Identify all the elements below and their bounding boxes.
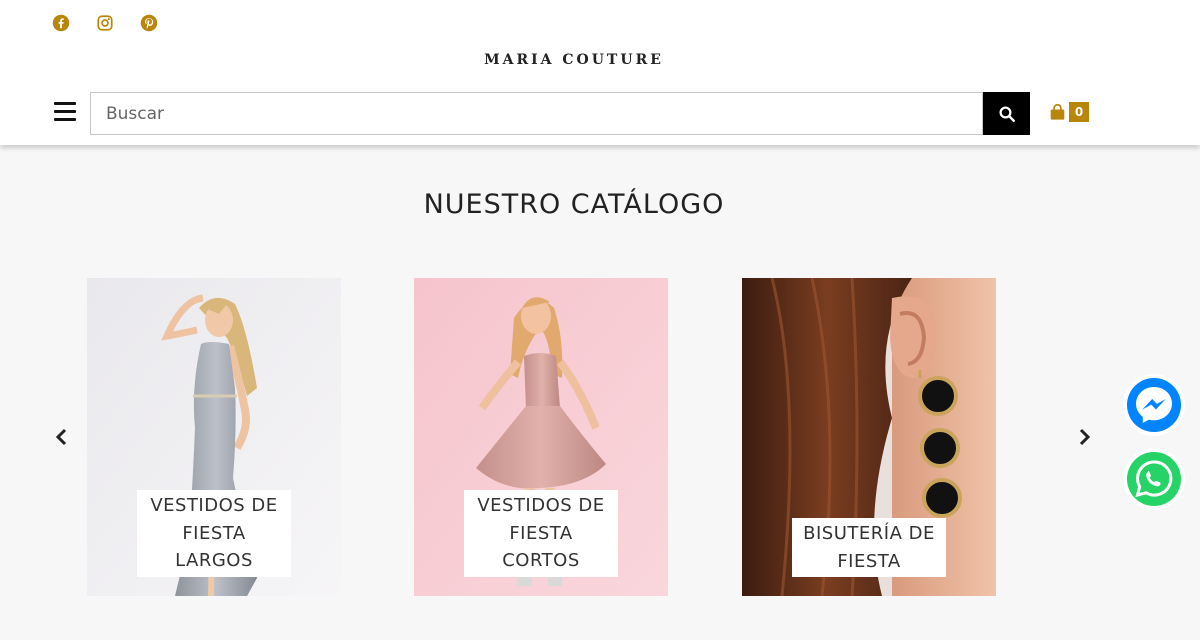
section-title: NUESTRO CATÁLOGO <box>423 189 725 220</box>
shopping-bag-icon <box>1050 104 1065 120</box>
catalog-card-short-dresses[interactable]: VESTIDOS DE FIESTA CORTOS <box>414 278 668 596</box>
social-links <box>52 14 158 32</box>
facebook-icon[interactable] <box>52 14 70 32</box>
search-input[interactable] <box>90 92 983 135</box>
catalog-card-long-dresses[interactable]: VESTIDOS DE FIESTA LARGOS <box>87 278 341 596</box>
cart-count-badge: 0 <box>1069 102 1089 122</box>
cart-button[interactable]: 0 <box>1049 102 1089 122</box>
messenger-chat-icon[interactable] <box>1122 373 1186 437</box>
carousel-next-arrow-icon[interactable] <box>1074 426 1094 448</box>
search-icon <box>999 106 1015 122</box>
card-label: VESTIDOS DE FIESTA CORTOS <box>464 490 618 577</box>
whatsapp-chat-icon[interactable] <box>1122 447 1186 511</box>
hamburger-menu-icon[interactable] <box>54 102 76 122</box>
carousel-prev-arrow-icon[interactable] <box>52 426 72 448</box>
card-label: BISUTERÍA DE FIESTA <box>792 518 946 577</box>
card-label: VESTIDOS DE FIESTA LARGOS <box>137 490 291 577</box>
brand-logo[interactable]: MARIA COUTURE <box>0 52 1148 68</box>
instagram-icon[interactable] <box>96 14 114 32</box>
site-header: MARIA COUTURE 0 <box>0 0 1200 145</box>
search-button[interactable] <box>983 92 1030 135</box>
catalog-card-jewelry[interactable]: BISUTERÍA DE FIESTA <box>742 278 996 596</box>
pinterest-icon[interactable] <box>140 14 158 32</box>
